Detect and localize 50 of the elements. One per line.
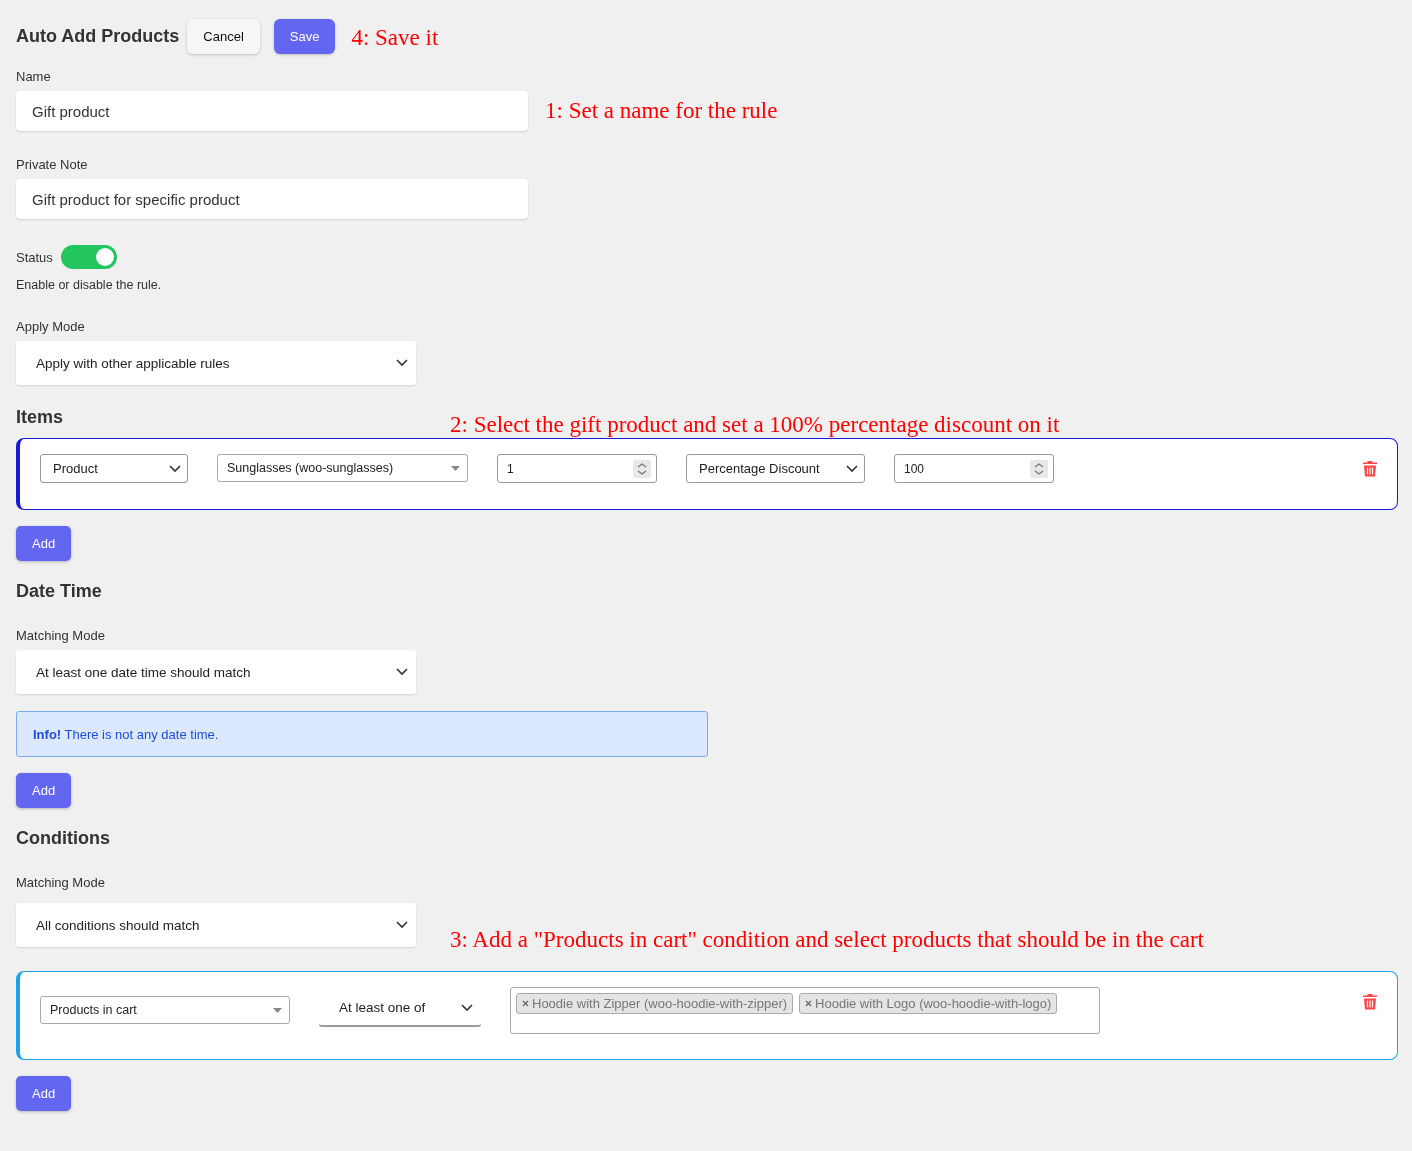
- save-button[interactable]: Save: [273, 18, 336, 54]
- dropdown[interactable]: Apply with other applicable rules: [16, 341, 416, 385]
- field-label: Status: [16, 249, 53, 265]
- annotation-note: 4: Save it: [351, 25, 439, 51]
- chevron-icon: [169, 464, 181, 473]
- caret-icon: [273, 1007, 282, 1013]
- chevron-icon: [396, 921, 408, 929]
- status-toggle[interactable]: [60, 245, 117, 269]
- add-button[interactable]: Add: [16, 1076, 72, 1111]
- dropdown[interactable]: Percentage Discount: [686, 454, 865, 483]
- product-tag[interactable]: Hoodie with Logo (woo-hoodie-with-logo): [799, 993, 1058, 1014]
- annotation-note: 1: Set a name for the rule: [545, 98, 778, 124]
- dropdown[interactable]: Products in cart: [40, 996, 290, 1024]
- info-text: Info! There is not any date time.: [33, 726, 219, 742]
- field-label: Private Note: [16, 157, 89, 172]
- product-tag[interactable]: Hoodie with Zipper (woo-hoodie-with-zipper): [516, 993, 794, 1014]
- dropdown[interactable]: Product: [40, 454, 188, 483]
- number-field[interactable]: 100: [894, 454, 1054, 483]
- dropdown[interactable]: At least one date time should match: [16, 650, 416, 694]
- remove-icon[interactable]: [522, 1000, 529, 1007]
- dropdown[interactable]: All conditions should match: [16, 903, 416, 947]
- input-field[interactable]: Gift product: [16, 91, 528, 131]
- annotation-note: 2: Select the gift product and set a 100% percentage discount on it: [450, 412, 1060, 438]
- spinner-icon: [633, 459, 651, 478]
- chevron-icon: [461, 1003, 473, 1012]
- spinner-icon: [1030, 459, 1048, 478]
- caret-icon: [451, 465, 460, 471]
- trash-icon[interactable]: [1363, 460, 1377, 477]
- remove-icon[interactable]: [805, 1000, 813, 1007]
- help-text: Enable or disable the rule.: [16, 278, 163, 292]
- cancel-button[interactable]: Cancel: [187, 18, 260, 54]
- page-title: Auto Add Products: [16, 25, 180, 47]
- tags-field[interactable]: Hoodie with Zipper (woo-hoodie-with-zipper) Hoodie with Logo (woo-hoodie-with-logo): [510, 987, 1100, 1034]
- chevron-icon: [846, 464, 858, 473]
- dropdown[interactable]: Sunglasses (woo-sunglasses): [217, 454, 468, 482]
- annotation-note: 3: Add a "Products in cart" condition and select products that should be in the cart: [450, 927, 1204, 953]
- add-button[interactable]: Add: [16, 526, 72, 561]
- trash-icon[interactable]: [1363, 993, 1377, 1010]
- input-field[interactable]: Gift product for specific product: [16, 179, 528, 219]
- add-button[interactable]: Add: [16, 773, 72, 808]
- section-heading: Conditions: [16, 828, 111, 849]
- field-label: Name: [16, 69, 52, 84]
- chevron-icon: [396, 668, 408, 676]
- section-heading: Date Time: [16, 581, 103, 602]
- number-field[interactable]: 1: [497, 454, 657, 483]
- field-label: Matching Mode: [16, 628, 106, 643]
- chevron-icon: [396, 359, 408, 367]
- field-label: Apply Mode: [16, 319, 86, 334]
- field-label: Matching Mode: [16, 875, 106, 890]
- section-heading: Items: [16, 407, 65, 428]
